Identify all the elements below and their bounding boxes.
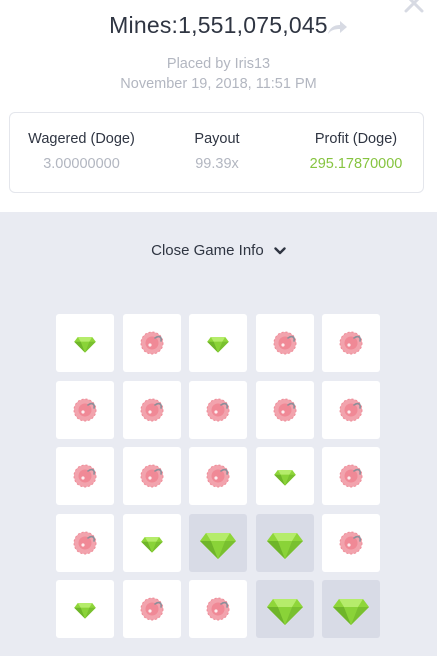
board-tile-r4-c3[interactable] bbox=[189, 513, 247, 572]
close-game-info-button[interactable]: Close Game Info bbox=[0, 242, 437, 259]
wagered-column: Wagered (Doge) 3.00000000 bbox=[14, 131, 149, 172]
board-tile-r2-c4[interactable] bbox=[255, 380, 314, 439]
board-tile-r1-c5[interactable] bbox=[322, 314, 380, 372]
board-tile-r2-c3[interactable] bbox=[189, 380, 247, 439]
game-info-header: Mines:1,551,075,045 Placed by Iris13 Nov… bbox=[0, 0, 437, 212]
gem-icon bbox=[206, 331, 230, 355]
gem-icon bbox=[265, 589, 305, 629]
board-tile-r1-c1[interactable] bbox=[56, 314, 114, 372]
board-tile-r3-c2[interactable] bbox=[122, 447, 181, 505]
mines-grid bbox=[56, 314, 380, 642]
board-tile-r3-c3[interactable] bbox=[189, 447, 247, 505]
board-tile-r5-c3[interactable] bbox=[189, 580, 247, 638]
gem-icon bbox=[273, 464, 297, 488]
board-tile-r3-c4[interactable] bbox=[255, 447, 314, 505]
board-tile-r1-c2[interactable] bbox=[122, 314, 181, 372]
board-tile-r4-c2[interactable] bbox=[122, 513, 181, 572]
wagered-label: Wagered (Doge) bbox=[28, 131, 135, 147]
mine-icon bbox=[271, 396, 299, 424]
mine-icon bbox=[337, 529, 365, 557]
timestamp-text: November 19, 2018, 11:51 PM bbox=[120, 76, 317, 92]
board-tile-r4-c1[interactable] bbox=[56, 513, 114, 572]
payout-column: Payout 99.39x bbox=[157, 131, 277, 172]
page-title: Mines:1,551,075,045 bbox=[109, 12, 328, 38]
profit-value: 295.17870000 bbox=[309, 156, 403, 172]
board-tile-r2-c2[interactable] bbox=[122, 380, 181, 439]
mine-icon bbox=[337, 396, 365, 424]
mine-icon bbox=[271, 329, 299, 357]
mine-icon bbox=[138, 329, 166, 357]
board-tile-r3-c5[interactable] bbox=[322, 447, 380, 505]
mine-icon bbox=[337, 462, 365, 490]
mine-icon bbox=[138, 595, 166, 623]
board-tile-r4-c4[interactable] bbox=[255, 513, 314, 572]
mine-icon bbox=[204, 462, 232, 490]
board-tile-r1-c4[interactable] bbox=[255, 314, 314, 372]
mine-icon bbox=[204, 396, 232, 424]
board-tile-r5-c5[interactable] bbox=[322, 580, 380, 638]
board-tile-r2-c5[interactable] bbox=[322, 380, 380, 439]
game-board-area: Close Game Info bbox=[0, 212, 437, 656]
bet-stats-panel: Wagered (Doge) 3.00000000 Payout 99.39x … bbox=[9, 112, 424, 193]
board-tile-r4-c5[interactable] bbox=[322, 513, 380, 572]
gem-icon bbox=[198, 523, 238, 563]
mine-icon bbox=[138, 462, 166, 490]
wagered-value: 3.00000000 bbox=[43, 156, 120, 172]
payout-label: Payout bbox=[194, 131, 240, 147]
mine-icon bbox=[138, 396, 166, 424]
gem-icon bbox=[265, 523, 305, 563]
board-tile-r3-c1[interactable] bbox=[56, 447, 114, 505]
board-tile-r5-c4[interactable] bbox=[255, 580, 314, 638]
close-game-info-label: Close Game Info bbox=[151, 242, 264, 259]
board-tile-r5-c2[interactable] bbox=[122, 580, 181, 638]
profit-label: Profit (Doge) bbox=[314, 131, 398, 147]
chevron-down-icon bbox=[274, 247, 286, 255]
profit-column: Profit (Doge) 295.17870000 bbox=[290, 131, 422, 172]
mine-icon bbox=[71, 462, 99, 490]
gem-icon bbox=[73, 597, 97, 621]
board-tile-r1-c3[interactable] bbox=[189, 314, 247, 372]
title-row: Mines:1,551,075,045 bbox=[0, 12, 437, 39]
placed-by-text: Placed by Iris13 bbox=[166, 56, 271, 72]
mine-icon bbox=[71, 529, 99, 557]
gem-icon bbox=[331, 589, 371, 629]
board-tile-r2-c1[interactable] bbox=[56, 380, 114, 439]
gem-icon bbox=[140, 531, 164, 555]
share-arrow-icon[interactable] bbox=[326, 18, 348, 36]
mine-icon bbox=[204, 595, 232, 623]
payout-value: 99.39x bbox=[195, 156, 239, 172]
board-tile-r5-c1[interactable] bbox=[56, 580, 114, 638]
gem-icon bbox=[73, 331, 97, 355]
close-icon[interactable] bbox=[402, 0, 426, 15]
mine-icon bbox=[71, 396, 99, 424]
mine-icon bbox=[337, 329, 365, 357]
